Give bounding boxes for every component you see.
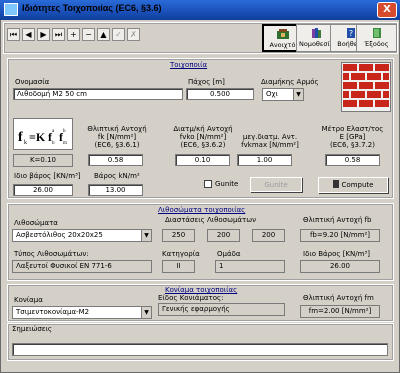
- fm-field: fm=2.00 [N/mm²]: [300, 305, 380, 318]
- formula-image: f k =K f b a f m b: [18, 129, 67, 146]
- fb-field: fb=9.20 [N/mm²]: [300, 229, 380, 242]
- svg-text:k: k: [24, 140, 27, 146]
- app-icon: [4, 3, 18, 16]
- group-label: Ομάδα: [217, 250, 241, 258]
- first-record-button[interactable]: ⏮: [7, 28, 20, 41]
- exit-icon: [370, 27, 384, 39]
- weight-field[interactable]: 26.00: [13, 184, 73, 196]
- standards-button-label: Νομοθεσία: [298, 40, 335, 48]
- name-label: Ονομασία: [15, 78, 50, 86]
- books-icon: [310, 27, 324, 39]
- dim-height-field: 200: [252, 229, 285, 242]
- joint-select[interactable]: Οχι ▼: [262, 88, 304, 101]
- svg-text:m: m: [63, 141, 67, 146]
- gunite-checkbox[interactable]: [204, 180, 212, 188]
- e-label-2: E [GPa]: [339, 133, 366, 141]
- fvko-label-2: fvko [N/mm²]: [179, 133, 227, 141]
- weight2-field[interactable]: 13.00: [88, 184, 143, 196]
- notes-field[interactable]: [12, 343, 388, 356]
- thickness-label: Πάχος [m]: [188, 78, 225, 86]
- gunite-button-label: Gunite: [264, 181, 288, 189]
- fvkmax-label-1: μεγ.διατμ. Αντ.: [242, 133, 298, 141]
- fvkmax-label-2: fvkmax [N/mm²]: [241, 141, 299, 149]
- density-label: Ιδιο Βάρος [KN/m³]: [303, 250, 370, 258]
- fk-field[interactable]: 0.58: [88, 154, 143, 166]
- svg-text:?: ?: [348, 29, 352, 38]
- next-record-button[interactable]: ▶: [37, 28, 50, 41]
- exit-button-label: Έξοδος: [364, 40, 389, 48]
- brick-wall-image: [341, 62, 391, 112]
- mortar-label: Κονίαμα: [14, 296, 43, 304]
- e-field[interactable]: 0.58: [325, 154, 380, 166]
- cancel-record-button[interactable]: ✗: [127, 28, 140, 41]
- category-field: II: [162, 260, 195, 273]
- fk-label-1: Θλιπτική Αντοχή: [87, 125, 147, 133]
- gunite-button[interactable]: Gunite: [250, 177, 302, 192]
- calculator-icon: [332, 180, 339, 188]
- unit-type-field: Λαξευτοί Φυσικοί EN 771-6: [12, 260, 152, 273]
- last-record-button[interactable]: ⏭: [52, 28, 65, 41]
- svg-text:=K: =K: [29, 130, 46, 144]
- chevron-down-icon: ▼: [141, 307, 151, 318]
- category-label: Κατηγορία: [162, 250, 200, 258]
- joint-select-value: Οχι: [266, 90, 278, 98]
- dims-label: Διαστάσεις Λιθοσωμάτων: [165, 216, 257, 224]
- chevron-down-icon: ▼: [293, 89, 303, 100]
- fvko-field[interactable]: 0.10: [175, 154, 230, 166]
- svg-text:a: a: [52, 129, 55, 134]
- fvkmax-field[interactable]: 1.00: [237, 154, 292, 166]
- mortar-select-value: Τσιμεντοκονίαμα-M2: [16, 308, 90, 316]
- formula-box: f k =K f b a f m b: [13, 118, 73, 150]
- weight2-label: Βάρος kN/m²: [94, 172, 140, 180]
- add-record-button[interactable]: +: [67, 28, 80, 41]
- gunite-checkbox-label: Gunite: [215, 180, 239, 188]
- units-select-value: Ασβεστόλιθος 20x20x25: [16, 231, 103, 239]
- mortar-section-title: Κονίαμα τοιχοποιίας: [165, 286, 238, 294]
- open-button-label: Ανοιχτό: [269, 41, 296, 49]
- brick-wall-icon: [342, 63, 390, 111]
- open-icon: [276, 28, 290, 40]
- fk-label-3: (EC6, §3.6.1): [94, 141, 140, 149]
- close-button[interactable]: X: [377, 2, 397, 18]
- exit-button[interactable]: Έξοδος: [356, 24, 397, 52]
- delete-record-button[interactable]: −: [82, 28, 95, 41]
- units-label: Λιθοσώματα: [14, 219, 58, 227]
- units-select[interactable]: Ασβεστόλιθος 20x20x25 ▼: [12, 229, 152, 242]
- fvko-label-3: (EC6, §3.6.2): [180, 141, 226, 149]
- dim-length-field: 250: [162, 229, 195, 242]
- fvko-label-1: Διατμ/κή Αντοχή: [173, 125, 233, 133]
- window-title: Ιδιότητες Τοιχοποιίας (EC6, §3.6): [22, 3, 162, 13]
- thickness-field[interactable]: 0.500: [186, 88, 254, 100]
- fm-label: Θλιπτική Αντοχή fm: [303, 294, 374, 302]
- e-label-1: Μέτρο Ελαστ/τος: [321, 125, 384, 133]
- units-section-title: Λιθοσώματα τοιχοποιίας: [158, 206, 246, 214]
- svg-text:b: b: [52, 141, 55, 146]
- joint-label: Διαμήκης Αρμός: [261, 78, 319, 86]
- compute-button-label: Compute: [341, 181, 374, 189]
- svg-text:b: b: [63, 129, 66, 134]
- group-field: 1: [215, 260, 285, 273]
- prev-record-button[interactable]: ◀: [22, 28, 35, 41]
- k-value-field: K=0.10: [13, 154, 73, 167]
- density-field: 26.00: [300, 260, 380, 273]
- unit-type-label: Τύπος Λιθοσωμάτων:: [14, 250, 89, 258]
- mortar-kind-field: Γενικής εφαρμογής: [158, 303, 285, 316]
- edit-record-button[interactable]: ▲: [97, 28, 110, 41]
- compute-button[interactable]: Compute: [318, 177, 388, 193]
- post-record-button[interactable]: ✓: [112, 28, 125, 41]
- fb-label: Θλιπτική Αντοχή fb: [303, 216, 372, 224]
- name-field[interactable]: Λιθοδομή M2 50 cm: [13, 88, 183, 100]
- weight-label: Ιδιο βάρος [KN/m³]: [14, 172, 81, 180]
- svg-text:f: f: [18, 130, 23, 145]
- mortar-select[interactable]: Τσιμεντοκονίαμα-M2 ▼: [12, 306, 152, 319]
- mortar-kind-label: Είδος Κονιάματος:: [158, 294, 224, 302]
- chevron-down-icon: ▼: [141, 230, 151, 241]
- wall-section-title: Τοιχοποιία: [170, 61, 208, 69]
- e-label-3: (EC6, §3.7.2): [330, 141, 375, 149]
- notes-label: Σημειώσεις: [12, 325, 53, 333]
- fk-label-2: fk [N/mm²]: [97, 133, 137, 141]
- dim-width-field: 200: [207, 229, 240, 242]
